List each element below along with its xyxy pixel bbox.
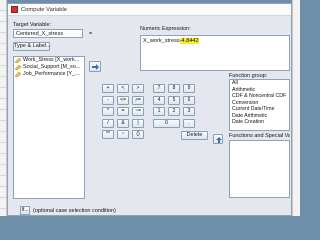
delete-button[interactable]: Delete	[181, 131, 208, 140]
equals-sign: =	[89, 31, 93, 37]
if-condition-text: (optional case selection condition)	[33, 207, 116, 214]
variable-label: Social_Support [M_so...	[23, 64, 81, 70]
list-item[interactable]: Social_Support [M_so...	[14, 64, 84, 71]
if-button[interactable]: If...	[20, 206, 30, 215]
variable-label: Work_Stress [X_work...	[23, 57, 80, 63]
keypad-key[interactable]: 7	[153, 84, 165, 93]
move-function-button[interactable]	[213, 134, 223, 144]
app-icon	[11, 6, 18, 13]
keypad-key[interactable]: ()	[132, 130, 144, 139]
move-to-expression-button[interactable]	[89, 61, 101, 72]
variable-label: Job_Performance [Y_...	[23, 71, 80, 77]
keypad-key[interactable]: <=	[117, 95, 129, 105]
list-item[interactable]: CDF & Noncentral CDF	[230, 93, 289, 100]
arrow-right-icon	[92, 64, 99, 70]
keypad-key[interactable]: 8	[168, 84, 180, 93]
keypad-key[interactable]: /	[102, 118, 114, 128]
keypad-key[interactable]: 9	[183, 84, 195, 93]
if-label: If...	[21, 207, 29, 213]
keypad-key[interactable]: 4	[153, 95, 165, 105]
target-variable-label: Target Variable:	[13, 22, 52, 28]
keypad-key[interactable]: **	[102, 130, 114, 139]
compute-variable-dialog: Compute Variable Target Variable: Center…	[7, 3, 292, 216]
arrow-up-icon	[215, 136, 222, 143]
keypad-key[interactable]: 6	[183, 95, 195, 105]
window-title: Compute Variable	[21, 6, 67, 13]
keypad-key[interactable]: &	[117, 118, 129, 128]
title-bar: Compute Variable	[8, 4, 291, 16]
scale-ruler-icon	[15, 65, 21, 70]
data-editor-row-strip	[0, 0, 7, 216]
keypad-key[interactable]: 5	[168, 95, 180, 105]
expression-highlight: -4.8442	[179, 38, 199, 44]
data-editor-edge	[292, 0, 300, 216]
keypad-key[interactable]: =	[117, 107, 129, 116]
target-variable-value: Centered_X_stress	[16, 31, 64, 37]
keypad-key[interactable]: -	[102, 95, 114, 105]
keypad-key[interactable]: *	[102, 107, 114, 116]
functions-label: Functions and Special Variables:	[229, 133, 290, 139]
keypad-key[interactable]: 2	[168, 107, 180, 116]
keypad-key[interactable]: 3	[183, 107, 195, 116]
type-and-label-text: Type & Label...	[14, 43, 51, 49]
functions-list[interactable]	[229, 140, 290, 198]
expression-text: X_work_stress-4.8442	[143, 38, 199, 44]
keypad-key[interactable]: <	[117, 84, 129, 93]
list-item[interactable]: Work_Stress [X_work...	[14, 57, 84, 64]
list-item[interactable]: Date Creation	[230, 119, 289, 126]
function-group-list[interactable]: All Arithmetic CDF & Noncentral CDF Conv…	[229, 79, 290, 131]
target-variable-input[interactable]: Centered_X_stress	[13, 29, 83, 38]
keypad-key[interactable]: ~=	[132, 107, 144, 116]
expression-prefix: X_work_stress	[143, 38, 180, 44]
keypad-key[interactable]: 0	[153, 118, 180, 128]
scale-ruler-icon	[15, 58, 21, 63]
keypad-key[interactable]: .	[183, 118, 195, 128]
keypad-key[interactable]: >=	[132, 95, 144, 105]
keypad-key[interactable]: ~	[117, 130, 129, 139]
scale-ruler-icon	[15, 72, 21, 77]
keypad-key[interactable]: |	[132, 118, 144, 128]
keypad-key[interactable]: +	[102, 84, 114, 93]
keypad-key[interactable]: 1	[153, 107, 165, 116]
list-item[interactable]: Job_Performance [Y_...	[14, 71, 84, 78]
keypad-key[interactable]: >	[132, 84, 144, 93]
delete-label: Delete	[186, 132, 203, 138]
numeric-expression-input[interactable]: X_work_stress-4.8442	[140, 35, 290, 71]
numeric-expression-label: Numeric Expression:	[140, 26, 191, 32]
type-and-label-button[interactable]: Type & Label...	[13, 42, 51, 51]
variable-list[interactable]: Work_Stress [X_work... Social_Support [M…	[13, 56, 85, 199]
